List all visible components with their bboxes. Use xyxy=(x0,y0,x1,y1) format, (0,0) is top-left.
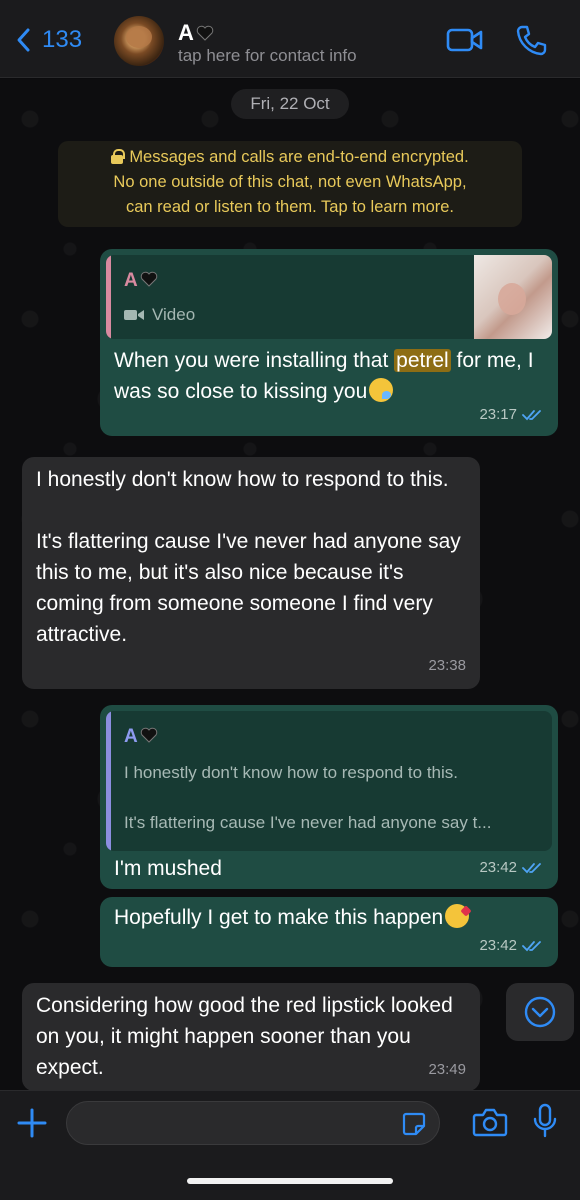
quote-author-text: A xyxy=(124,270,138,291)
message-time: 23:49 xyxy=(428,1061,466,1078)
message-text: When you were installing that petrel for… xyxy=(114,345,544,407)
message-text-part: When you were installing that xyxy=(114,349,395,372)
kiss-face-emoji xyxy=(445,904,470,928)
chat-area[interactable]: Fri, 22 Oct Messages and calls are end-t… xyxy=(0,79,580,1090)
highlighted-word[interactable]: petrel xyxy=(394,349,451,372)
quote-author: A xyxy=(124,721,158,752)
message-bubble-incoming[interactable]: Considering how good the red lipstick lo… xyxy=(22,983,480,1090)
message-text: Hopefully I get to make this happen xyxy=(114,902,470,933)
lock-icon xyxy=(111,149,126,164)
scroll-to-bottom-button[interactable] xyxy=(506,983,574,1041)
message-bubble-outgoing[interactable]: A I honestly don't know how to respond t… xyxy=(100,705,558,889)
message-time: 23:38 xyxy=(428,657,466,674)
video-thumbnail[interactable] xyxy=(474,255,552,339)
message-text: I'm mushed xyxy=(114,857,222,880)
date-chip: Fri, 22 Oct xyxy=(231,89,349,119)
tired-face-emoji xyxy=(369,378,394,402)
quote-media-type-text: Video xyxy=(152,305,196,324)
contact-name[interactable]: A xyxy=(178,20,214,46)
message-meta: 23:42 xyxy=(479,852,544,883)
unread-count: 133 xyxy=(42,26,83,53)
message-text: Considering how good the red lipstick lo… xyxy=(36,994,453,1079)
message-bubble-incoming[interactable]: I honestly don't know how to respond to … xyxy=(22,457,480,689)
message-input[interactable] xyxy=(66,1101,440,1145)
black-heart-icon xyxy=(196,25,214,41)
encryption-line-1: Messages and calls are end-to-end encryp… xyxy=(58,145,522,170)
avatar[interactable] xyxy=(114,16,164,66)
quoted-text-reply[interactable]: A I honestly don't know how to respond t… xyxy=(106,711,552,851)
phone-call-icon[interactable] xyxy=(514,24,548,56)
chevron-left-icon xyxy=(17,28,30,52)
encryption-line-2: No one outside of this chat, not even Wh… xyxy=(113,173,467,191)
black-heart-icon xyxy=(140,727,157,743)
camera-icon[interactable] xyxy=(472,1107,508,1137)
chat-header: 133 A tap here for contact info xyxy=(0,0,580,78)
video-camera-icon xyxy=(124,309,144,320)
back-button[interactable]: 133 xyxy=(14,26,82,54)
message-paragraph: I honestly don't know how to respond to … xyxy=(36,468,449,491)
quote-author: A xyxy=(124,265,158,296)
quote-accent-bar xyxy=(106,711,111,851)
encryption-line-1-text: Messages and calls are end-to-end encryp… xyxy=(129,148,469,166)
encryption-line-3: can read or listen to them. Tap to learn… xyxy=(125,198,455,216)
message-text-part: Hopefully I get to make this happen xyxy=(114,906,444,929)
attach-plus-icon[interactable] xyxy=(16,1107,48,1139)
microphone-icon[interactable] xyxy=(532,1103,558,1139)
home-indicator[interactable] xyxy=(187,1178,393,1184)
message-bubble-outgoing[interactable]: Hopefully I get to make this happen 23:4… xyxy=(100,897,558,967)
message-meta: 23:38 xyxy=(428,650,466,681)
contact-info-hint[interactable]: tap here for contact info xyxy=(178,46,357,66)
message-bubble-outgoing[interactable]: A Video When you were installing that pe… xyxy=(100,249,558,436)
contact-name-text: A xyxy=(178,20,194,45)
message-time: 23:42 xyxy=(479,937,517,954)
read-receipt-icon xyxy=(522,862,541,873)
quote-text-line: I honestly don't know how to respond to … xyxy=(124,763,458,782)
black-heart-icon xyxy=(140,271,157,287)
quote-text-line: It's flattering cause I've never had any… xyxy=(124,813,492,832)
quote-author-text: A xyxy=(124,726,138,747)
read-receipt-icon xyxy=(522,409,541,420)
chevron-down-circle-icon xyxy=(524,996,556,1028)
message-meta: 23:17 xyxy=(479,399,544,430)
message-meta: 23:42 xyxy=(479,930,544,961)
encryption-notice[interactable]: Messages and calls are end-to-end encryp… xyxy=(58,141,522,227)
message-meta: 23:49 xyxy=(428,1054,466,1085)
quote-media-type: Video xyxy=(124,299,195,330)
message-time: 23:17 xyxy=(479,406,517,423)
message-text: I honestly don't know how to respond to … xyxy=(36,464,466,650)
message-paragraph: It's flattering cause I've never had any… xyxy=(36,530,461,646)
quoted-video-reply[interactable]: A Video xyxy=(106,255,552,339)
read-receipt-icon xyxy=(522,940,541,951)
quote-accent-bar xyxy=(106,255,111,339)
video-call-icon[interactable] xyxy=(446,26,484,54)
sticker-icon[interactable] xyxy=(401,1111,427,1137)
message-time: 23:42 xyxy=(479,859,517,876)
